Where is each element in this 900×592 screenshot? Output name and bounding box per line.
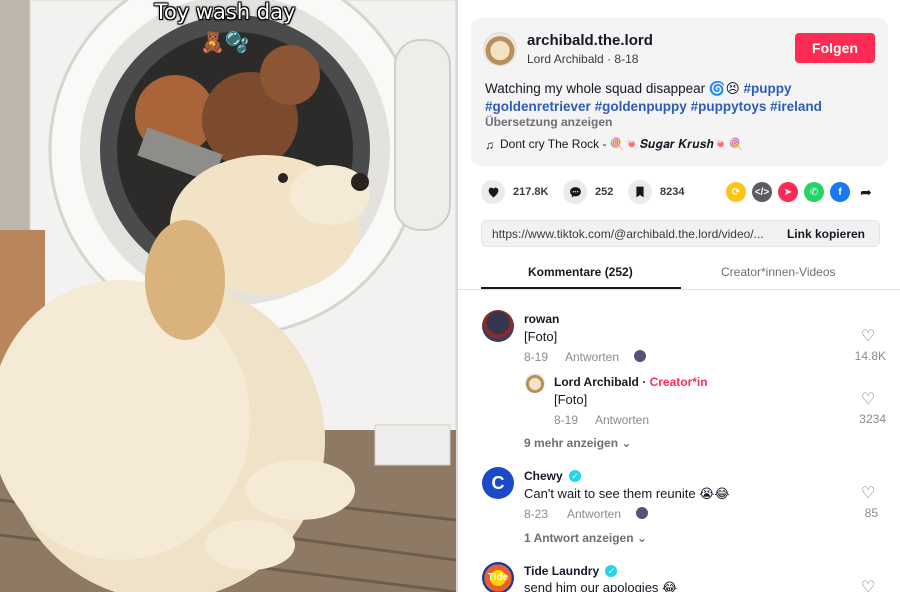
video-caption: Toy wash day [154,0,296,24]
music-link[interactable]: ♫ Dont cry The Rock - 🍭🍬𝑺𝒖𝒈𝒂𝒓 𝑲𝒓𝒖𝒔𝒉🍬🍭 [485,137,743,152]
comment-like-count: 14.8K [854,349,886,363]
comment-text: Can't wait to see them reunite 😭😂 [524,486,730,501]
save-count: 8234 [660,186,685,198]
hashtag-link[interactable]: #goldenretriever [485,99,591,114]
like-action[interactable]: 217.8K [481,180,548,204]
hashtag-link[interactable]: #goldenpuppy [595,99,687,114]
commenter-name-text: Chewy [524,469,563,483]
hashtag-link[interactable]: #puppy [744,81,792,96]
active-tab-indicator [481,287,681,289]
creator-avatar[interactable] [483,32,517,66]
follow-button[interactable]: Folgen [795,33,875,63]
reply-button[interactable]: Antworten [595,413,649,427]
copy-link-button[interactable]: Link kopieren [787,227,865,241]
reply-date: 8-19 [554,413,579,427]
caption-emoji: 🧸🫧 [200,32,250,54]
like-count: 217.8K [513,186,549,198]
reply-text: [Foto] [554,392,588,407]
send-icon[interactable]: ➤ [778,182,798,202]
description-text: Watching my whole squad disappear 🌀😣 [485,81,740,96]
tide-logo-avatar[interactable]: Tide [482,562,514,592]
creator-subline: Lord Archibald · 8-18 [527,52,638,66]
post-date: 8-18 [614,52,639,66]
chevron-down-icon: ⌄ [636,531,647,545]
video-frame [0,0,456,592]
heart-outline-icon[interactable]: ♡ [861,580,875,592]
reply-button[interactable]: Antworten [567,507,621,521]
creator-badge: Creator*in [649,375,708,389]
video-url: https://www.tiktok.com/@archibald.the.lo… [492,227,764,241]
reply-like-count: 3234 [859,412,886,426]
heart-outline-icon[interactable]: ♡ [861,329,875,345]
facebook-icon[interactable]: f [830,182,850,202]
action-bar: 217.8K 252 8234 ⟳ </> ➤ ✆ f ➦ [471,180,888,204]
hashtag-link[interactable]: #ireland [770,99,822,114]
embed-icon[interactable]: </> [752,182,772,202]
tab-comments[interactable]: Kommentare (252) [528,265,633,279]
comment-like-count: 85 [864,506,878,520]
show-more-replies[interactable]: 1 Antwort anzeigen ⌄ [524,531,647,545]
more-replies-label: 1 Antwort anzeigen [524,531,634,545]
commenter-name[interactable]: Tide Laundry ✓ [524,564,618,578]
reply-author-name: Lord Archibald [554,375,639,389]
commenter-name[interactable]: rowan [524,312,559,326]
translate-link[interactable]: Übersetzung anzeigen [485,115,612,129]
comment-date: 8-19 [524,350,549,364]
comment-text: send him our apologies 😂 [524,580,678,592]
music-title: Dont cry The Rock - 🍭🍬𝑺𝒖𝒈𝒂𝒓 𝑲𝒓𝒖𝒔𝒉🍬🍭 [500,137,744,151]
verified-icon: ✓ [569,470,582,482]
post-info-card: archibald.the.lord Lord Archibald · 8-18… [471,18,888,166]
commenter-avatar[interactable] [482,310,514,342]
bookmark-icon [628,180,652,204]
comment-text: [Foto] [524,329,558,344]
details-panel: archibald.the.lord Lord Archibald · 8-18… [458,0,900,592]
comment-action[interactable]: 252 [563,180,613,204]
reply-author[interactable]: Lord Archibald · Creator*in [554,375,708,389]
heart-outline-icon[interactable]: ♡ [861,486,875,502]
comment-date: 8-23 [524,507,549,521]
post-description: Watching my whole squad disappear 🌀😣 #pu… [485,80,880,116]
repost-icon[interactable]: ⟳ [726,182,746,202]
creator-display-name: Lord Archibald [527,52,604,66]
reply-avatar[interactable] [525,373,545,393]
link-copy-bar: https://www.tiktok.com/@archibald.the.lo… [481,220,880,247]
verified-icon: ✓ [605,565,618,577]
creator-liked-avatar [633,349,647,363]
show-more-replies[interactable]: 9 mehr anzeigen ⌄ [524,436,631,450]
reply-button[interactable]: Antworten [565,350,619,364]
share-arrow-icon[interactable]: ➦ [856,182,876,202]
tab-bar: Kommentare (252) Creator*innen-Videos [458,256,900,290]
comment-bubble-icon [563,180,587,204]
save-action[interactable]: 8234 [628,180,684,204]
music-note-icon: ♫ [485,137,494,152]
heart-outline-icon[interactable]: ♡ [861,392,875,408]
video-player[interactable]: Toy wash day 🧸🫧 [0,0,456,592]
badge-separator: · [642,375,650,389]
commenter-name[interactable]: Chewy ✓ [524,469,582,483]
chevron-down-icon: ⌄ [621,436,632,450]
more-replies-label: 9 mehr anzeigen [524,436,619,450]
comment-count: 252 [595,186,614,198]
creator-username[interactable]: archibald.the.lord [527,32,653,49]
whatsapp-icon[interactable]: ✆ [804,182,824,202]
heart-icon [481,180,505,204]
tab-creator-videos[interactable]: Creator*innen-Videos [721,265,836,279]
commenter-name-text: Tide Laundry [524,564,600,578]
creator-liked-avatar [635,506,649,520]
chewy-logo-avatar[interactable]: C [482,467,514,499]
hashtag-link[interactable]: #puppytoys [691,99,767,114]
